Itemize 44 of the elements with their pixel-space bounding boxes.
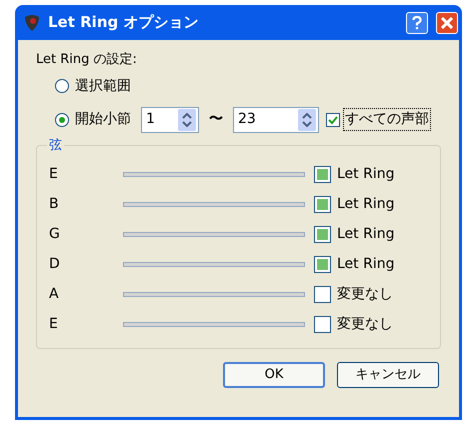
help-button[interactable]	[406, 12, 428, 34]
checkbox[interactable]	[326, 112, 340, 126]
settings-label: Let Ring の設定:	[36, 51, 138, 69]
checkbox-label: 変更なし	[337, 315, 393, 334]
number-field[interactable]: 23	[233, 106, 319, 132]
spinner-icon[interactable]	[298, 108, 316, 130]
checkbox-label: Let Ring	[337, 165, 394, 184]
radio-button[interactable]	[55, 112, 69, 126]
checkbox[interactable]	[314, 286, 331, 303]
cancel-button[interactable]: キャンセル	[337, 362, 439, 388]
spinner-icon[interactable]	[178, 108, 196, 130]
checkbox[interactable]	[314, 316, 331, 333]
radio-label: 開始小節	[75, 110, 131, 129]
string-name: D	[49, 255, 61, 274]
window-title: Let Ring オプション	[48, 12, 200, 34]
string-name: B	[49, 195, 60, 214]
checkbox-label: すべての声部	[343, 108, 431, 131]
slider-track[interactable]	[123, 232, 305, 237]
checkbox-label: Let Ring	[337, 225, 394, 244]
string-name: G	[49, 225, 61, 244]
checkbox[interactable]	[314, 196, 331, 213]
close-icon	[441, 16, 453, 28]
help-icon	[412, 16, 422, 30]
radio-button[interactable]	[55, 79, 69, 93]
number-field[interactable]: 1	[141, 106, 199, 132]
checkbox[interactable]	[314, 166, 331, 183]
slider-track[interactable]	[123, 322, 305, 327]
ok-button[interactable]: OK	[223, 362, 325, 388]
slider-track[interactable]	[123, 262, 305, 267]
slider-track[interactable]	[123, 202, 305, 207]
string-name: E	[49, 165, 59, 184]
radio-label: 選択範囲	[75, 76, 131, 96]
checkbox-label: Let Ring	[337, 195, 394, 214]
string-name: A	[49, 285, 60, 304]
string-name: E	[49, 315, 59, 334]
range-separator: 〜	[209, 110, 223, 129]
checkbox-label: Let Ring	[337, 255, 394, 274]
slider-track[interactable]	[123, 292, 305, 297]
slider-track[interactable]	[123, 172, 305, 177]
checkbox[interactable]	[314, 256, 331, 273]
checkbox[interactable]	[314, 226, 331, 243]
guitar-pick-icon	[24, 14, 40, 32]
close-button[interactable]	[436, 12, 458, 34]
checkbox-label: 変更なし	[337, 285, 393, 304]
